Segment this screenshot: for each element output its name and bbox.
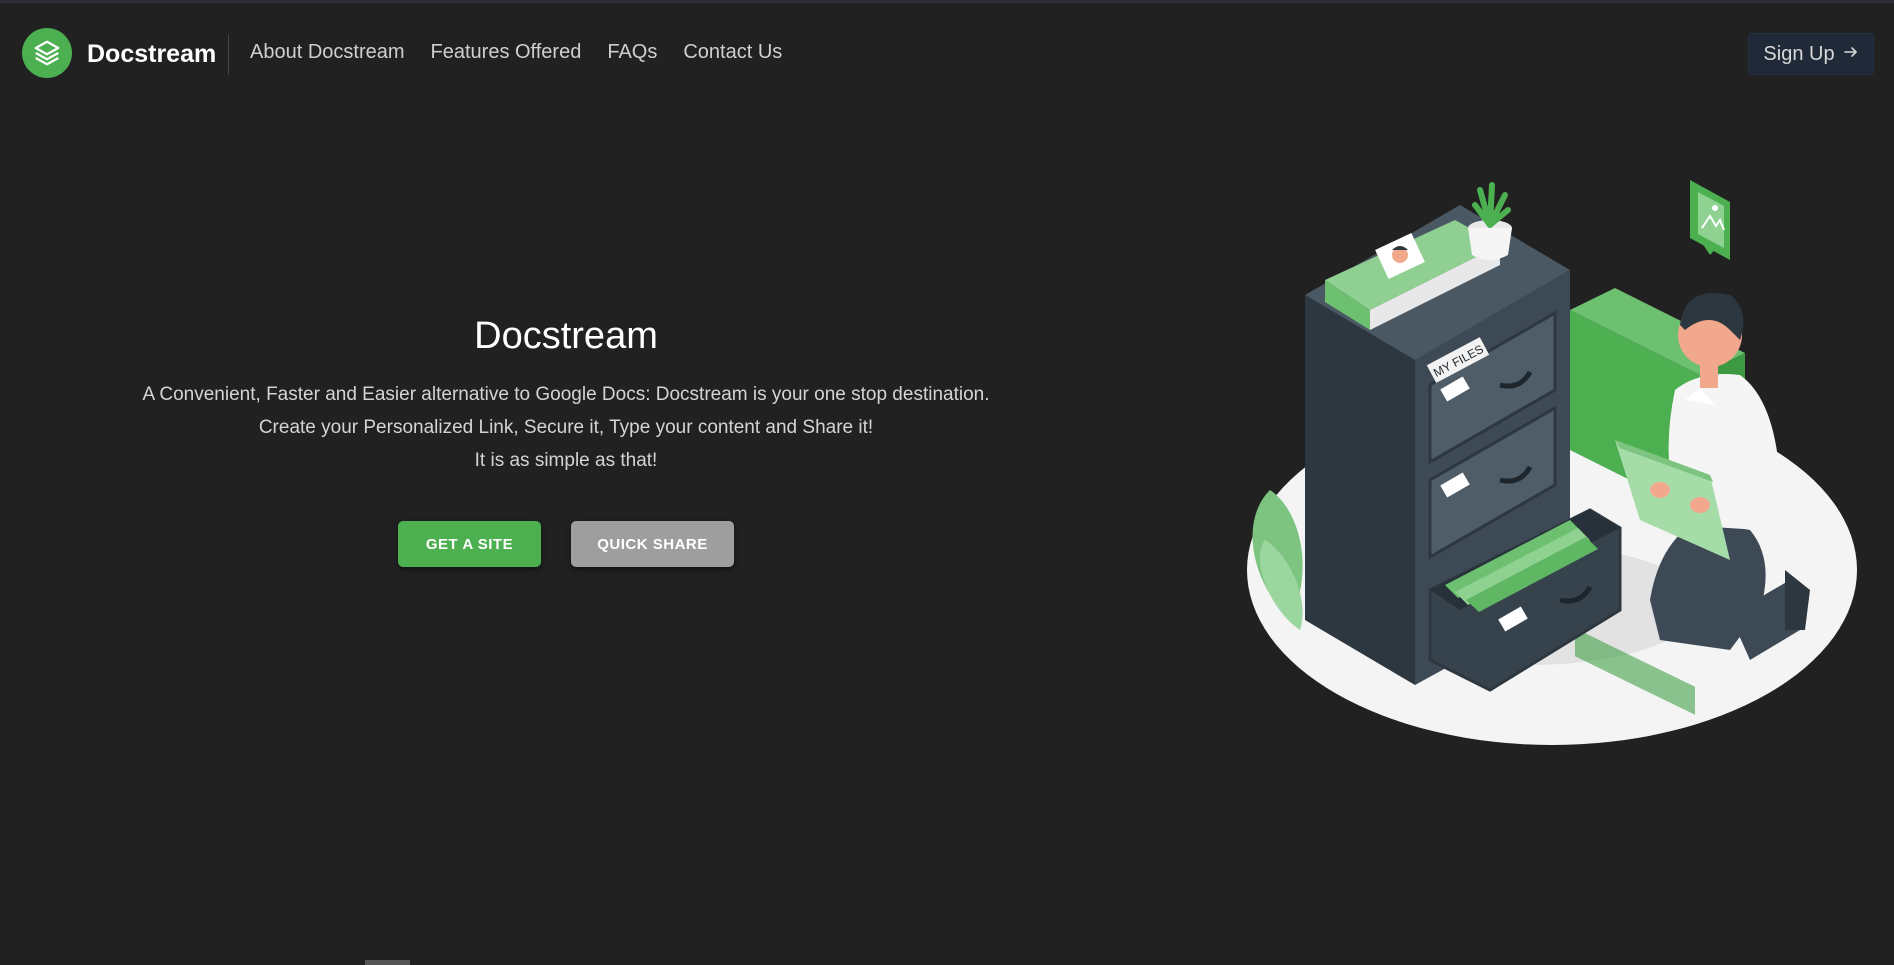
arrow-right-icon: [1843, 43, 1859, 66]
hero-line-1: A Convenient, Faster and Easier alternat…: [142, 384, 990, 405]
nav-link-contact[interactable]: Contact Us: [683, 41, 782, 64]
nav-link-about[interactable]: About Docstream: [250, 41, 405, 64]
quick-share-button[interactable]: QUICK SHARE: [571, 521, 734, 567]
brand-name[interactable]: Docstream: [87, 40, 216, 69]
sign-up-label: Sign Up: [1763, 42, 1835, 65]
sign-up-button[interactable]: Sign Up: [1748, 33, 1874, 75]
hero-section: Docstream A Convenient, Faster and Easie…: [60, 315, 1072, 477]
filing-cabinet-illustration: MY FILES: [1230, 160, 1870, 760]
hero-line-2: Create your Personalized Link, Secure it…: [258, 417, 874, 438]
layers-icon[interactable]: [22, 28, 72, 78]
nav-divider: [228, 35, 229, 75]
image-icon: [1690, 180, 1730, 260]
nav-link-features[interactable]: Features Offered: [431, 41, 582, 64]
hero-title: Docstream: [474, 315, 658, 357]
hero-line-3: It is as simple as that!: [474, 450, 658, 471]
nav-link-faqs[interactable]: FAQs: [607, 41, 657, 64]
get-a-site-button[interactable]: GET A SITE: [398, 521, 541, 567]
main-nav: About Docstream Features Offered FAQs Co…: [250, 41, 782, 64]
navbar: Docstream About Docstream Features Offer…: [0, 3, 1894, 103]
scroll-indicator: [365, 960, 410, 965]
